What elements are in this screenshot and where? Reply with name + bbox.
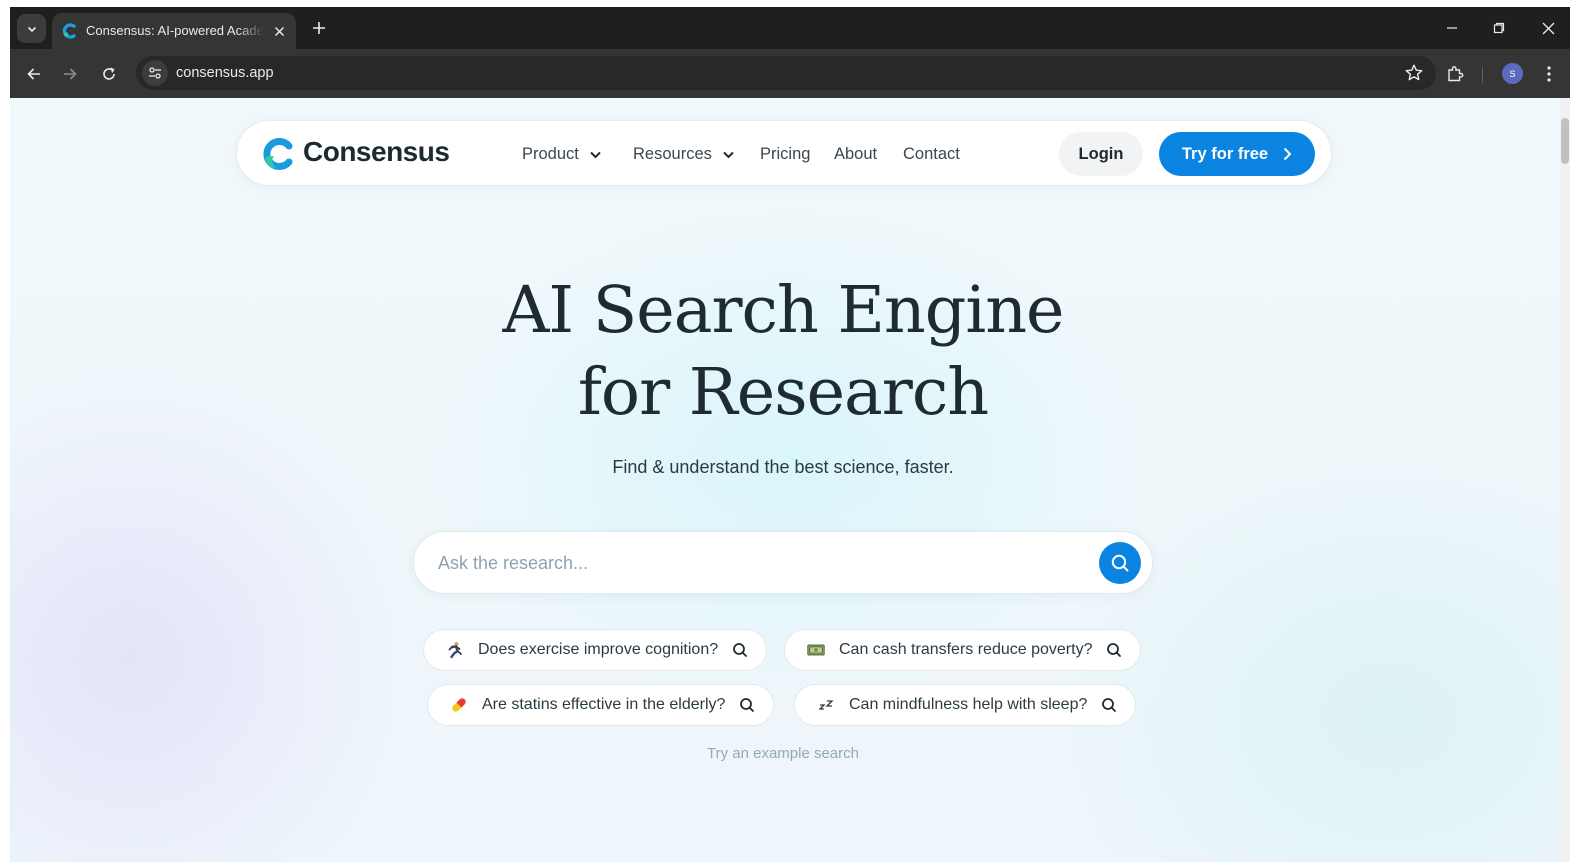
search-icon [1111,554,1129,572]
new-tab-button[interactable] [306,15,332,41]
close-icon [1542,22,1554,34]
forward-button[interactable] [56,60,84,88]
page-scrollbar[interactable] [1560,98,1570,862]
chevron-right-icon [1283,147,1292,161]
tune-icon [149,67,161,79]
example-chip-label: Does exercise improve cognition? [478,641,719,658]
minimize-button[interactable] [1437,13,1467,43]
arrow-right-icon [64,68,77,80]
zzz-icon [817,696,835,714]
banknote-icon [807,641,825,659]
browser-toolbar: consensus.app S [10,49,1570,98]
search-icon [733,643,748,657]
browser-window: Consensus: AI-powered Academic Search En… [10,7,1570,862]
site-navbar: Consensus Product Resources Pricing Abou… [236,120,1332,186]
site-info-button[interactable] [142,60,168,86]
try-for-free-button[interactable]: Try for free [1159,132,1315,176]
profile-avatar[interactable]: S [1502,63,1523,84]
back-button[interactable] [20,60,48,88]
nav-pricing-link[interactable]: Pricing [760,145,810,164]
minimize-icon [1447,27,1457,29]
example-search-hint: Try an example search [706,745,859,762]
example-chip-label: Can cash transfers reduce poverty? [839,641,1093,658]
hero-subtitle: Find & understand the best science, fast… [612,457,954,477]
example-chip-exercise[interactable]: Does exercise improve cognition? [423,629,768,671]
example-chip-label: Can mindfulness help with sleep? [849,696,1088,713]
search-icon [1102,698,1117,712]
nav-about-link[interactable]: About [834,145,877,164]
reload-icon [103,67,115,80]
chevron-down-icon [590,151,601,159]
example-chip-mindfulness[interactable]: Can mindfulness help with sleep? [794,684,1137,726]
consensus-logo-icon[interactable] [261,137,295,171]
tab-strip: Consensus: AI-powered Academic Search En… [10,7,1570,49]
star-icon[interactable] [1404,63,1424,83]
tab-search-button[interactable] [17,14,46,43]
hero-title: AI Search Engine for Research [10,270,1556,434]
hero-title-line-2: for Research [577,355,989,430]
arrow-left-icon [27,68,40,80]
reload-button[interactable] [95,60,123,88]
nav-product-label: Product [522,145,579,163]
search-box [413,531,1153,594]
browser-tab-active[interactable]: Consensus: AI-powered Academic Search En… [52,13,296,49]
nav-product-dropdown[interactable]: Product [522,145,602,164]
login-button[interactable]: Login [1059,132,1143,176]
address-bar[interactable]: consensus.app [136,56,1436,90]
close-icon [274,26,284,36]
restore-button[interactable] [1484,13,1514,43]
search-icon [740,698,755,712]
try-for-free-label: Try for free [1181,144,1269,163]
pill-icon [450,696,468,714]
page-viewport: Consensus Product Resources Pricing Abou… [10,98,1570,862]
kebab-menu-icon [1547,66,1551,82]
nav-resources-dropdown[interactable]: Resources [633,145,735,164]
nav-contact-link[interactable]: Contact [903,145,960,164]
running-person-icon [446,641,464,659]
search-input[interactable] [438,550,1078,576]
example-chip-label: Are statins effective in the elderly? [482,696,726,713]
brand-name[interactable]: Consensus [303,136,450,168]
scrollbar-thumb[interactable] [1561,118,1569,164]
tab-title: Consensus: AI-powered Academic Search En… [86,23,264,38]
chevron-down-icon [723,151,734,159]
close-window-button[interactable] [1533,13,1563,43]
browser-menu-button[interactable] [1537,62,1561,86]
search-icon [1107,643,1122,657]
example-chip-cash[interactable]: Can cash transfers reduce poverty? [784,629,1142,671]
puzzle-icon [1448,66,1464,82]
tab-close-button[interactable] [270,22,288,40]
search-submit-button[interactable] [1099,542,1141,584]
toolbar-separator [1482,67,1483,83]
nav-resources-label: Resources [633,145,712,163]
restore-icon [1493,22,1505,34]
example-chip-statins[interactable]: Are statins effective in the elderly? [427,684,775,726]
consensus-favicon-icon [62,23,77,39]
extensions-button[interactable] [1443,62,1467,86]
chevron-down-icon [27,26,36,32]
url-text[interactable]: consensus.app [176,65,274,81]
hero-title-line-1: AI Search Engine [502,273,1064,348]
plus-icon [313,22,325,34]
